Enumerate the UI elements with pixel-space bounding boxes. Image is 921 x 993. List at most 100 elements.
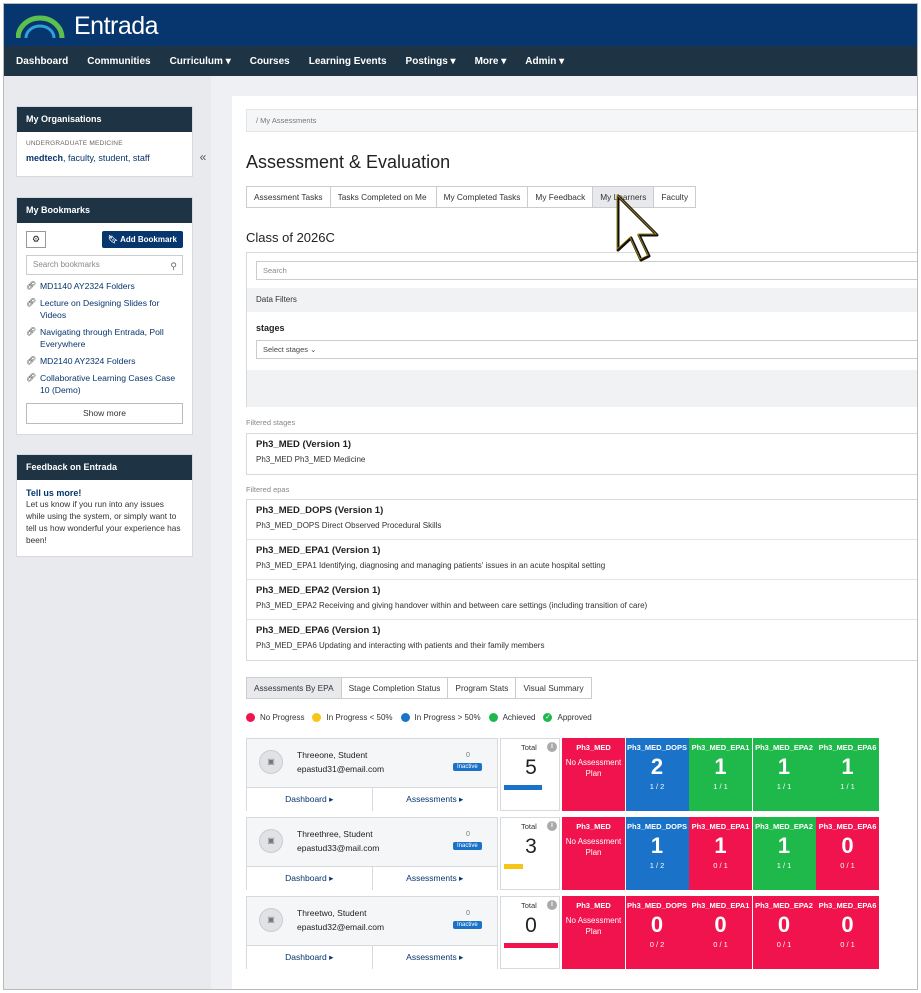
tab-visual-summary[interactable]: Visual Summary — [516, 677, 592, 699]
total-value: 3 — [525, 835, 537, 858]
bookmark-item[interactable]: 🔗︎ MD2140 AY2324 Folders — [26, 355, 183, 367]
stage-desc: Ph3_MED Ph3_MED Medicine — [256, 455, 366, 464]
bookmark-item[interactable]: 🔗︎ MD1140 AY2324 Folders — [26, 280, 183, 292]
bookmark-search-input[interactable]: Search bookmarks ⚲ — [26, 255, 183, 275]
link-icon: 🔗︎ — [26, 281, 37, 290]
epa-progress-tile[interactable]: Ph3_MED No Assessment Plan — [562, 896, 625, 969]
learner-name[interactable]: Threetwo, Student — [297, 908, 366, 918]
epa-progress-tile[interactable]: Ph3_MED_EPA1 1 1 / 1 — [689, 738, 752, 811]
feedback-link[interactable]: Tell us more! — [26, 488, 183, 498]
tile-ratio: 0 / 1 — [840, 940, 855, 949]
assessments-link[interactable]: Assessments ▸ — [371, 946, 498, 969]
tile-heading: Ph3_MED — [576, 901, 611, 910]
epa-progress-tile[interactable]: Ph3_MED No Assessment Plan — [562, 817, 625, 890]
learner-row: ▣ Threetwo, Student epastud32@email.com 0 In… — [246, 896, 917, 969]
epa-progress-tile[interactable]: Ph3_MED_EPA1 0 0 / 1 — [689, 896, 752, 969]
tab-stage-completion-status[interactable]: Stage Completion Status — [341, 677, 449, 699]
legend-label: Achieved — [502, 713, 536, 722]
tab-program-stats[interactable]: Program Stats — [448, 677, 517, 699]
total-box: Total i 3 — [500, 817, 560, 890]
class-title: Class of 2026C — [246, 230, 335, 245]
org-name[interactable]: medtech — [26, 153, 63, 163]
bookmark-item[interactable]: 🔗︎ Navigating through Entrada, Poll Every… — [26, 326, 183, 350]
nav-curriculum[interactable]: Curriculum ▾ — [170, 56, 231, 67]
status-badge: Inactive — [453, 763, 482, 771]
epa-progress-tile[interactable]: Ph3_MED_DOPS 0 0 / 2 — [625, 896, 689, 969]
nav-admin[interactable]: Admin ▾ — [525, 56, 564, 67]
learner-name[interactable]: Threeone, Student — [297, 750, 367, 760]
assessments-link[interactable]: Assessments ▸ — [371, 867, 498, 890]
achieved-dot-icon — [488, 713, 498, 722]
learner-search-input[interactable]: Search — [256, 261, 917, 280]
learner-email: epastud31@email.com — [297, 764, 385, 774]
tab-my-feedback[interactable]: My Feedback — [528, 186, 594, 208]
tile-heading: Ph3_MED_EPA1 — [691, 822, 750, 831]
dashboard-link[interactable]: Dashboard ▸ — [247, 788, 372, 811]
learner-links: Dashboard ▸ Assessments ▸ — [247, 866, 497, 890]
legend-label: In Progress > 50% — [414, 713, 481, 722]
bookmark-item[interactable]: 🔗︎ Lecture on Designing Slides for Videos — [26, 297, 183, 321]
info-icon[interactable]: i — [547, 821, 557, 831]
legend-item: ✓ Approved — [543, 713, 592, 722]
learner-count: 0 — [466, 752, 470, 759]
org-category: UNDERGRADUATE MEDICINE — [26, 140, 123, 147]
feedback-title: Feedback on Entrada — [17, 455, 192, 480]
bookmark-search-placeholder: Search bookmarks — [33, 260, 100, 269]
tile-count: 2 — [650, 754, 664, 779]
breadcrumb[interactable]: / My Assessments — [246, 109, 917, 132]
app-window: Entrada Dashboard Communities Curriculum… — [3, 3, 918, 990]
entrada-logo[interactable]: Entrada — [16, 10, 166, 42]
tile-ratio: 1 / 1 — [713, 782, 728, 791]
learner-name[interactable]: Threethree, Student — [297, 829, 373, 839]
tile-ratio: 1 / 1 — [776, 782, 792, 791]
add-bookmark-button[interactable]: 🔖︎ Add Bookmark — [102, 231, 183, 248]
avatar: ▣ — [259, 750, 283, 774]
learner-row: ▣ Threethree, Student epastud33@mail.com 0 I… — [246, 817, 917, 890]
epa-progress-tile[interactable]: Ph3_MED_EPA2 0 0 / 1 — [752, 896, 816, 969]
tab-tasks-completed-on-me[interactable]: Tasks Completed on Me — [330, 186, 437, 208]
assessments-link[interactable]: Assessments ▸ — [371, 788, 498, 811]
epa-title: Ph3_MED_EPA2 (Version 1) — [256, 585, 381, 596]
epa-progress-tile[interactable]: Ph3_MED_EPA1 1 0 / 1 — [689, 817, 752, 890]
nav-courses[interactable]: Courses — [250, 56, 290, 67]
dashboard-link[interactable]: Dashboard ▸ — [247, 867, 372, 890]
tab-assessment-tasks[interactable]: Assessment Tasks — [246, 186, 331, 208]
nav-dashboard[interactable]: Dashboard — [16, 56, 68, 67]
tile-ratio: 0 / 1 — [713, 940, 728, 949]
epa-progress-tile[interactable]: Ph3_MED No Assessment Plan — [562, 738, 625, 811]
total-box: Total i 5 — [500, 738, 560, 811]
nav-learning-events[interactable]: Learning Events — [309, 56, 387, 67]
tile-ratio: 0 / 1 — [840, 861, 855, 870]
nav-more[interactable]: More ▾ — [475, 56, 507, 67]
epa-progress-tile[interactable]: Ph3_MED_EPA2 1 1 / 1 — [752, 817, 816, 890]
select-stages-dropdown[interactable]: Select stages ⌄ — [256, 340, 917, 359]
organisations-panel: My Organisations UNDERGRADUATE MEDICINE … — [16, 106, 193, 177]
bookmarks-panel: My Bookmarks ⚙ 🔖︎ Add Bookmark Search bo… — [16, 197, 193, 435]
bookmark-item[interactable]: 🔗︎ Collaborative Learning Cases Case 10 (… — [26, 372, 183, 396]
stages-card: Ph3_MED (Version 1) Ph3_MED Ph3_MED Medi… — [246, 433, 917, 475]
tab-my-completed-tasks[interactable]: My Completed Tasks — [436, 186, 529, 208]
data-filters-header[interactable]: Data Filters — [247, 288, 917, 312]
tab-assessments-by-epa[interactable]: Assessments By EPA — [246, 677, 342, 699]
nav-postings[interactable]: Postings ▾ — [406, 56, 456, 67]
dashboard-link[interactable]: Dashboard ▸ — [247, 946, 372, 969]
filter-box: Search Data Filters stages Select stages… — [246, 252, 917, 407]
epa-progress-tile[interactable]: Ph3_MED_DOPS 1 1 / 2 — [625, 817, 689, 890]
bookmark-settings-button[interactable]: ⚙ — [26, 231, 46, 248]
epa-progress-tile[interactable]: Ph3_MED_EPA6 0 0 / 1 — [816, 817, 879, 890]
info-icon[interactable]: i — [547, 742, 557, 752]
show-more-button[interactable]: Show more — [26, 403, 183, 424]
epa-progress-tile[interactable]: Ph3_MED_EPA6 1 1 / 1 — [816, 738, 879, 811]
tile-heading: Ph3_MED_EPA2 — [755, 901, 813, 910]
tile-heading: Ph3_MED_EPA2 — [755, 822, 813, 831]
collapse-sidebar-button[interactable]: « — [194, 148, 212, 166]
epa-progress-tile[interactable]: Ph3_MED_EPA6 0 0 / 1 — [816, 896, 879, 969]
epa-progress-tile[interactable]: Ph3_MED_DOPS 2 1 / 2 — [625, 738, 689, 811]
bookmark-list: 🔗︎ MD1140 AY2324 Folders 🔗︎ Lecture on Des… — [26, 280, 183, 396]
legend-item: In Progress < 50% — [312, 713, 393, 722]
nav-communities[interactable]: Communities — [87, 56, 150, 67]
epa-desc: Ph3_MED_EPA1 Identifying, diagnosing and… — [256, 561, 606, 570]
info-icon[interactable]: i — [547, 900, 557, 910]
tile-count: 1 — [714, 754, 727, 779]
epa-progress-tile[interactable]: Ph3_MED_EPA2 1 1 / 1 — [752, 738, 816, 811]
